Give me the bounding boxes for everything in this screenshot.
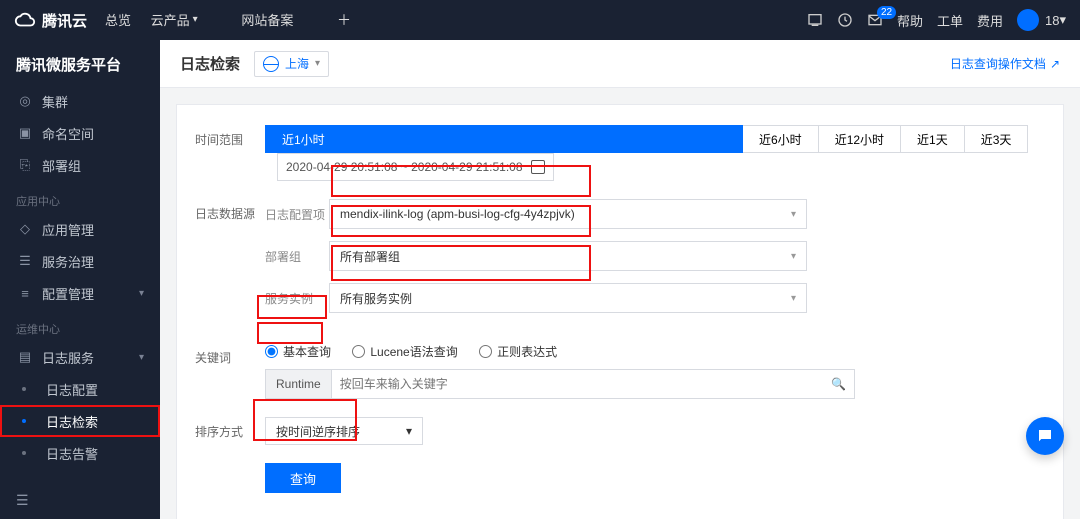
sidebar-group-ops: 运维中心 bbox=[0, 309, 160, 341]
time-btn-3d[interactable]: 近3天 bbox=[965, 125, 1029, 153]
label-sort: 排序方式 bbox=[195, 417, 265, 440]
doc-link[interactable]: 日志查询操作文档↗ bbox=[950, 55, 1060, 72]
nav-products[interactable]: 云产品 bbox=[151, 10, 198, 29]
top-nav: 总览 云产品 网站备案 ＋ bbox=[105, 10, 367, 30]
cluster-icon: ◎ bbox=[16, 93, 34, 109]
top-fee[interactable]: 费用 bbox=[977, 11, 1003, 30]
row-time: 时间范围 近1小时 近6小时 近12小时 近1天 近3天 2020-04-29 … bbox=[195, 125, 1045, 181]
top-right: 22 帮助 工单 费用 18 ▾ bbox=[807, 9, 1066, 31]
cloud-logo-icon bbox=[14, 9, 36, 31]
sidebar-group-app-center: 应用中心 bbox=[0, 181, 160, 213]
platform-title: 腾讯微服务平台 bbox=[0, 40, 160, 85]
time-btn-1d[interactable]: 近1天 bbox=[901, 125, 965, 153]
deploy-icon: ⎘ bbox=[16, 157, 34, 173]
time-button-group: 近1小时 近6小时 近12小时 近1天 近3天 bbox=[265, 125, 1028, 153]
nav-overview[interactable]: 总览 bbox=[105, 10, 131, 29]
region-selector[interactable]: 上海 ▾ bbox=[254, 51, 329, 77]
chat-fab[interactable] bbox=[1026, 417, 1064, 455]
date-range-picker[interactable]: 2020-04-29 20:51:08 ~ 2020-04-29 21:51:0… bbox=[277, 153, 554, 181]
label-time: 时间范围 bbox=[195, 125, 265, 148]
result-table-header: 日志产生时间 主机IP 所在部署组 实例ID 日志内容 操作 bbox=[195, 511, 1045, 519]
top-help[interactable]: 帮助 bbox=[897, 11, 923, 30]
query-mode-radios: 基本查询 Lucene语法查询 正则表达式 bbox=[265, 343, 1045, 361]
top-work-order[interactable]: 工单 bbox=[937, 11, 963, 30]
chevron-down-icon: ▾ bbox=[791, 293, 796, 304]
sidebar-item-app-mgmt[interactable]: ◇应用管理 bbox=[0, 213, 160, 245]
page-title: 日志检索 bbox=[180, 53, 240, 74]
clock-icon[interactable] bbox=[837, 12, 853, 28]
label-keyword: 关键词 bbox=[195, 343, 265, 366]
globe-icon bbox=[263, 56, 279, 72]
label-datasource: 日志数据源 bbox=[195, 199, 265, 222]
select-sort[interactable]: 按时间逆序排序▾ bbox=[265, 417, 423, 445]
sidebar-item-log-search[interactable]: 日志检索 bbox=[0, 405, 160, 437]
row-datasource: 日志数据源 日志配置项 mendix-ilink-log (apm-busi-l… bbox=[195, 199, 1045, 325]
time-btn-1h[interactable]: 近1小时 bbox=[265, 125, 743, 153]
collapse-sidebar-icon[interactable]: ☰ bbox=[16, 492, 29, 509]
chevron-down-icon: ▾ bbox=[139, 352, 144, 363]
external-link-icon: ↗ bbox=[1050, 57, 1060, 71]
nav-add-icon[interactable]: ＋ bbox=[337, 10, 351, 30]
sidebar-item-log-alert[interactable]: 日志告警 bbox=[0, 437, 160, 469]
brand-text: 腾讯云 bbox=[42, 10, 87, 31]
radio-basic[interactable]: 基本查询 bbox=[265, 343, 331, 360]
label-log-config: 日志配置项 bbox=[265, 206, 329, 223]
sidebar-item-svc-govern[interactable]: ☰服务治理 bbox=[0, 245, 160, 277]
sidebar-item-log-config[interactable]: 日志配置 bbox=[0, 373, 160, 405]
service-icon: ☰ bbox=[16, 253, 34, 269]
config-icon: ≡ bbox=[16, 286, 34, 301]
keyword-input-wrap: Runtime 🔍 bbox=[265, 369, 855, 399]
avatar bbox=[1017, 9, 1039, 31]
select-deploy-group[interactable]: 所有部署组▾ bbox=[329, 241, 807, 271]
nav-beian[interactable]: 网站备案 bbox=[241, 10, 293, 29]
row-submit: 查询 bbox=[195, 463, 1045, 493]
chevron-down-icon: ▾ bbox=[139, 288, 144, 299]
mail-icon[interactable]: 22 bbox=[867, 12, 883, 28]
keyword-tag[interactable]: Runtime bbox=[266, 370, 332, 398]
app-icon: ◇ bbox=[16, 221, 34, 237]
radio-lucene[interactable]: Lucene语法查询 bbox=[352, 343, 457, 360]
chevron-down-icon: ▾ bbox=[406, 424, 412, 438]
log-icon: ▤ bbox=[16, 349, 34, 365]
sidebar-item-config-mgmt[interactable]: ≡配置管理▾ bbox=[0, 277, 160, 309]
user-menu[interactable]: 18 ▾ bbox=[1017, 9, 1066, 31]
region-name: 上海 bbox=[285, 55, 309, 72]
sidebar-item-log-service[interactable]: ▤日志服务▾ bbox=[0, 341, 160, 373]
radio-regex[interactable]: 正则表达式 bbox=[479, 343, 557, 360]
chevron-down-icon: ▾ bbox=[791, 251, 796, 262]
sidebar-item-cluster[interactable]: ◎集群 bbox=[0, 85, 160, 117]
label-deploy-group: 部署组 bbox=[265, 248, 329, 265]
sidebar: 腾讯微服务平台 ◎集群 ▣命名空间 ⎘部署组 应用中心 ◇应用管理 ☰服务治理 … bbox=[0, 40, 160, 519]
row-keyword: 关键词 基本查询 Lucene语法查询 正则表达式 Runtime 🔍 bbox=[195, 343, 1045, 399]
label-instance: 服务实例 bbox=[265, 290, 329, 307]
date-range-text: 2020-04-29 20:51:08 ~ 2020-04-29 21:51:0… bbox=[286, 160, 523, 174]
sidebar-item-namespace[interactable]: ▣命名空间 bbox=[0, 117, 160, 149]
namespace-icon: ▣ bbox=[16, 125, 34, 141]
select-log-config[interactable]: mendix-ilink-log (apm-busi-log-cfg-4y4zp… bbox=[329, 199, 807, 229]
sidebar-item-deploy-group[interactable]: ⎘部署组 bbox=[0, 149, 160, 181]
console-icon[interactable] bbox=[807, 12, 823, 28]
chevron-down-icon: ▾ bbox=[315, 58, 320, 69]
highlight-box bbox=[257, 322, 323, 344]
row-sort: 排序方式 按时间逆序排序▾ bbox=[195, 417, 1045, 445]
calendar-icon bbox=[531, 160, 545, 174]
select-instance[interactable]: 所有服务实例▾ bbox=[329, 283, 807, 313]
page-header: 日志检索 上海 ▾ 日志查询操作文档↗ bbox=[160, 40, 1080, 88]
mail-badge: 22 bbox=[877, 6, 896, 19]
time-btn-12h[interactable]: 近12小时 bbox=[819, 125, 901, 153]
main: 日志检索 上海 ▾ 日志查询操作文档↗ 时间范围 近1小时 近6小时 近12小时… bbox=[160, 40, 1080, 519]
keyword-input[interactable] bbox=[332, 377, 823, 391]
time-btn-6h[interactable]: 近6小时 bbox=[743, 125, 819, 153]
top-bar: 腾讯云 总览 云产品 网站备案 ＋ 22 帮助 工单 费用 18 ▾ bbox=[0, 0, 1080, 40]
search-panel: 时间范围 近1小时 近6小时 近12小时 近1天 近3天 2020-04-29 … bbox=[176, 104, 1064, 519]
query-button[interactable]: 查询 bbox=[265, 463, 341, 493]
chevron-down-icon: ▾ bbox=[791, 209, 796, 220]
search-icon[interactable]: 🔍 bbox=[823, 377, 854, 391]
